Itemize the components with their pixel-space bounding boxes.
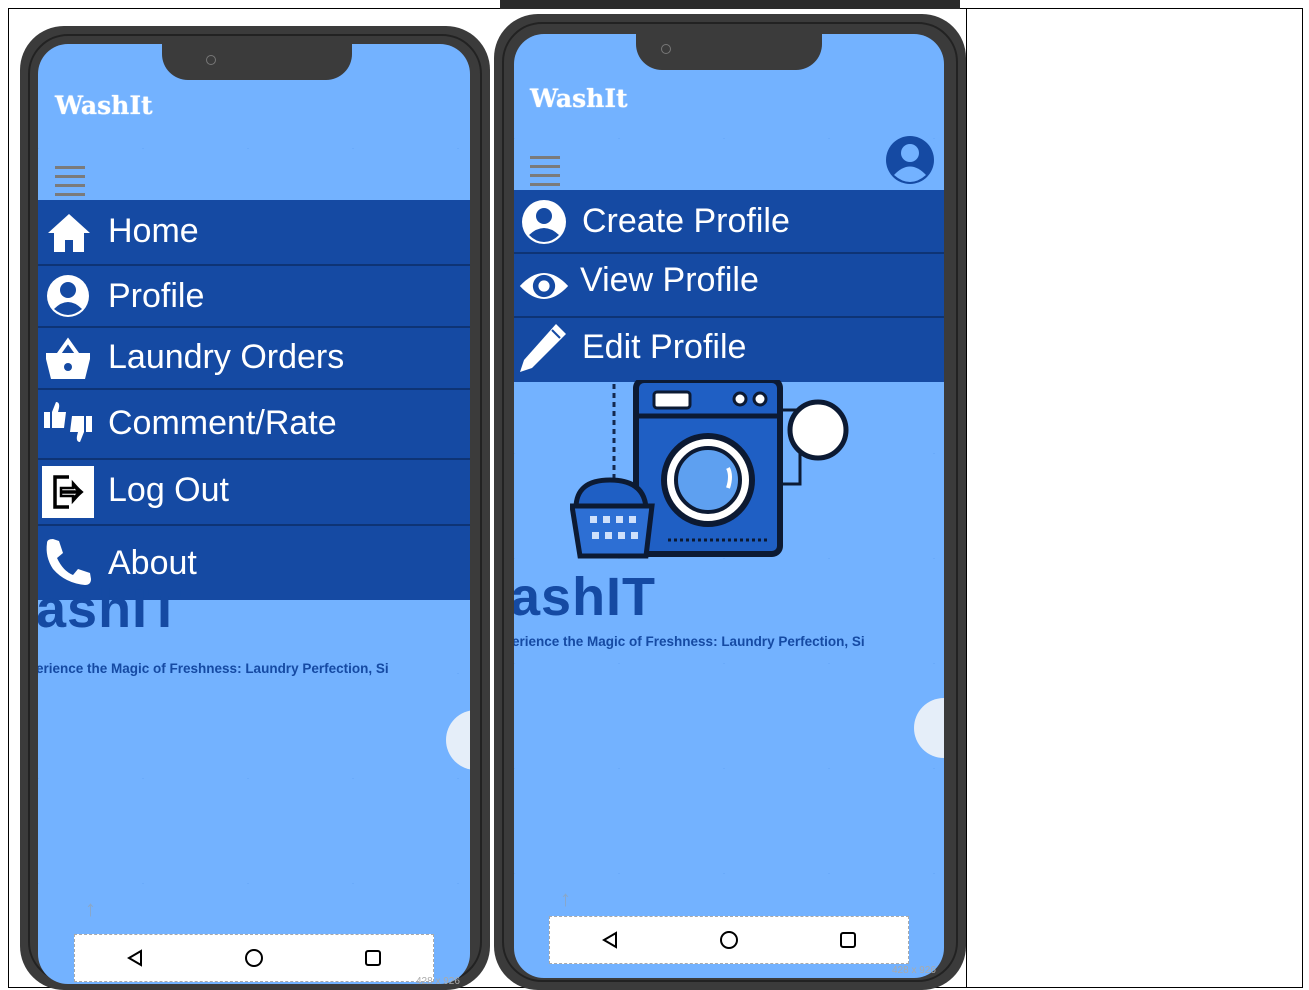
phone-notch [636, 34, 822, 70]
account-avatar-icon[interactable] [884, 134, 936, 186]
menu-label: Profile [108, 277, 205, 315]
thumbs-icon [42, 396, 94, 448]
menu-item-profile[interactable]: Profile [38, 266, 470, 328]
menu-label: Create Profile [582, 202, 790, 240]
menu-label: Edit Profile [582, 328, 747, 366]
recents-icon[interactable] [353, 938, 393, 978]
left-phone-screen: WashIt Home Profile Laundry Orders Comme… [38, 44, 470, 984]
android-nav-bar [74, 934, 434, 982]
back-icon[interactable] [590, 920, 630, 960]
android-nav-bar [549, 916, 909, 964]
menu-item-edit-profile[interactable]: Edit Profile [514, 318, 944, 382]
right-phone-screen: WashIt Create Profile View Profile Edit … [514, 34, 944, 978]
pencil-icon [516, 322, 568, 374]
camera-icon [206, 55, 216, 65]
app-title: WashIt [55, 91, 153, 120]
brand-wordmark: ashIT [514, 567, 657, 627]
menu-label: Laundry Orders [108, 338, 345, 376]
home-icon [43, 207, 95, 259]
eye-icon [518, 260, 570, 312]
hamburger-menu-icon[interactable] [530, 156, 560, 192]
brand-tagline: erience the Magic of Freshness: Laundry … [38, 661, 389, 676]
up-arrow-icon: ↑ [560, 886, 571, 911]
right-phone-frame: WashIt Create Profile View Profile Edit … [494, 14, 966, 990]
dimensions-label: 428 x 926 [892, 965, 936, 976]
menu-label: Log Out [108, 471, 229, 509]
menu-label: Comment/Rate [108, 404, 337, 442]
home-circle-icon[interactable] [234, 938, 274, 978]
basket-icon [42, 332, 94, 384]
menu-item-comment-rate[interactable]: Comment/Rate [38, 390, 470, 460]
app-title: WashIt [530, 84, 628, 113]
back-icon[interactable] [115, 938, 155, 978]
home-circle-icon[interactable] [709, 920, 749, 960]
left-phone-frame: WashIt Home Profile Laundry Orders Comme… [20, 26, 490, 990]
side-menu: Home Profile Laundry Orders Comment/Rate [38, 200, 470, 600]
phone-notch [162, 44, 352, 80]
recents-icon[interactable] [828, 920, 868, 960]
brand-wordmark: ashIT [38, 579, 183, 630]
washing-machine-illustration [569, 377, 850, 570]
hamburger-menu-icon[interactable] [55, 166, 85, 202]
up-arrow-icon: ↑ [85, 896, 96, 921]
column-divider [966, 8, 967, 988]
top-strip [500, 0, 960, 9]
user-circle-icon [518, 196, 570, 248]
menu-item-home[interactable]: Home [38, 200, 470, 266]
camera-icon [661, 44, 671, 54]
user-circle-icon [42, 270, 94, 322]
dimensions-label: 428 x 926 [416, 976, 460, 987]
brand-tagline: erience the Magic of Freshness: Laundry … [514, 634, 865, 649]
logout-icon [42, 466, 94, 518]
menu-item-laundry-orders[interactable]: Laundry Orders [38, 328, 470, 390]
menu-item-log-out[interactable]: Log Out [38, 460, 470, 526]
menu-item-create-profile[interactable]: Create Profile [514, 190, 944, 254]
menu-item-view-profile[interactable]: View Profile [514, 254, 944, 318]
menu-label: View Profile [580, 261, 759, 299]
profile-menu: Create Profile View Profile Edit Profile [514, 190, 944, 382]
menu-label: Home [108, 212, 199, 250]
